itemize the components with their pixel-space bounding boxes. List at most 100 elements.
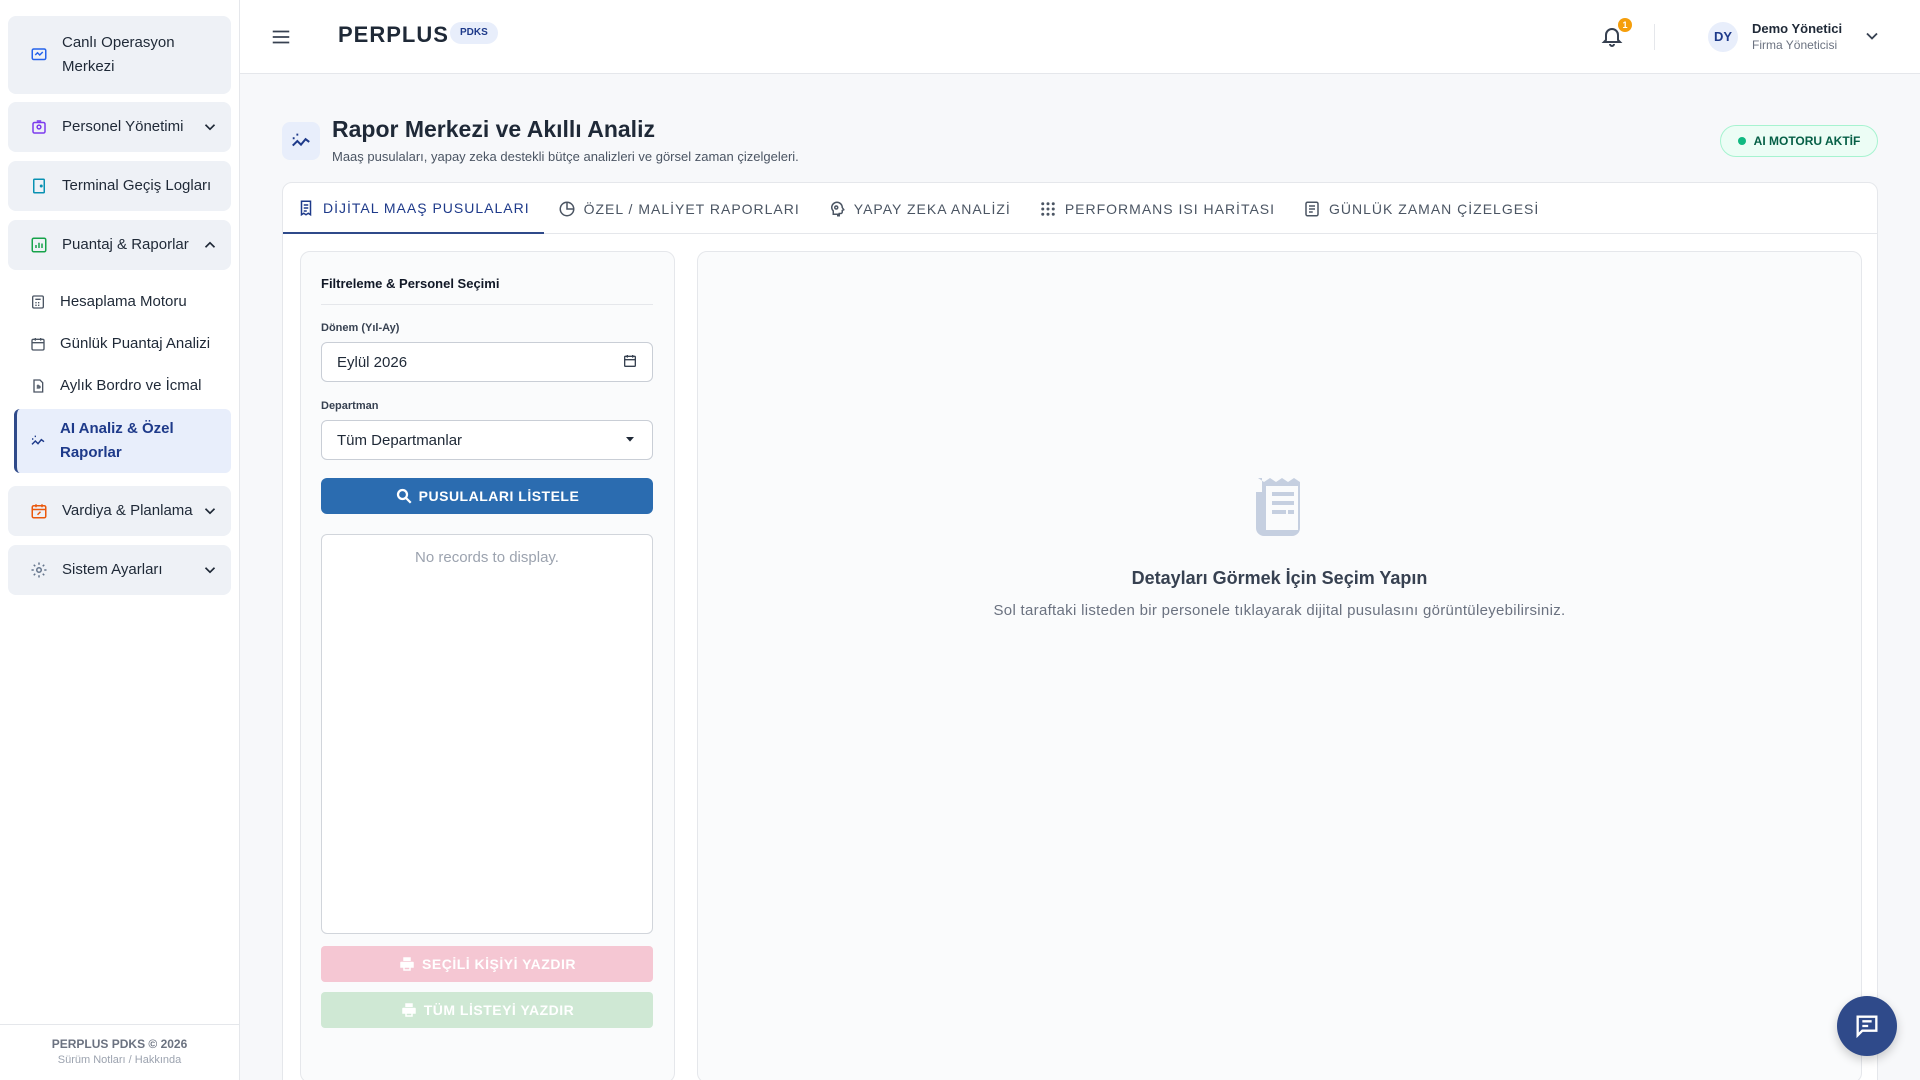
receipt-icon (300, 200, 312, 216)
ai-status-label: AI MOTORU AKTİF (1753, 134, 1861, 148)
nav-live-operations-label: Canlı Operasyon Merkezi (62, 34, 175, 75)
filter-divider (321, 304, 653, 305)
sidebar-footer: PERPLUS PDKS © 2026 Sürüm Notları / Hakk… (0, 1024, 239, 1080)
report-card: DİJİTAL MAAŞ PUSULALARI ÖZEL / MALİYET R… (282, 182, 1878, 1080)
top-bar: PERPLUS PDKS 1 DY Demo Yönetici Firma Yö… (240, 0, 1920, 74)
tab-digital-payslips-label: DİJİTAL MAAŞ PUSULALARI (323, 199, 530, 216)
header-divider (1654, 24, 1655, 50)
tab-cost-reports[interactable]: ÖZEL / MALİYET RAPORLARI (544, 183, 814, 234)
footer-links[interactable]: Sürüm Notları / Hakkında (0, 1054, 239, 1066)
pie-chart-icon (559, 201, 575, 216)
print-all-label: TÜM LİSTEYİ YAZDIR (423, 1002, 575, 1018)
tab-ai-analysis[interactable]: YAPAY ZEKA ANALİZİ (814, 183, 1025, 234)
chevron-down-icon (204, 508, 216, 515)
nav-shift-planning-label: Vardiya & Planlama (62, 502, 193, 519)
printer-icon (401, 1003, 416, 1017)
sub-item-daily-timesheet[interactable]: Günlük Puantaj Analizi (20, 324, 231, 364)
status-dot (1737, 137, 1746, 145)
print-selected-button[interactable]: SEÇİLİ KİŞİYİ YAZDIR (321, 946, 653, 982)
search-icon (396, 488, 412, 504)
department-label: Departman (321, 400, 379, 412)
badge-icon (32, 120, 46, 134)
door-icon (33, 178, 45, 194)
trending-icon (31, 435, 45, 445)
nav-live-operations[interactable]: Canlı Operasyon Merkezi (8, 16, 231, 94)
chevron-down-icon (204, 124, 216, 131)
empty-state-title: Detayları Görmek İçin Seçim Yapın (1131, 568, 1428, 588)
monitor-icon (31, 48, 47, 61)
chat-icon (1856, 1015, 1878, 1039)
sub-item-daily-timesheet-label: Günlük Puantaj Analizi (60, 335, 211, 352)
records-list[interactable]: No records to display. (321, 534, 653, 934)
period-value: Eylül 2026 (337, 353, 408, 371)
grid-icon (1041, 201, 1055, 216)
page-icon (282, 122, 320, 160)
nav-personnel-label: Personel Yönetimi (62, 118, 184, 135)
analytics-icon (292, 133, 310, 147)
tab-ai-analysis-label: YAPAY ZEKA ANALİZİ (853, 200, 1011, 217)
caret-down-icon (626, 437, 634, 442)
sub-item-ai-reports-label: AI Analiz & Özel Raporlar (60, 420, 174, 461)
brain-icon (830, 200, 845, 216)
tab-daily-timeline-label: GÜNLÜK ZAMAN ÇİZELGESİ (1329, 200, 1540, 217)
sub-item-calculation-engine-label: Hesaplama Motoru (60, 293, 187, 310)
tab-digital-payslips[interactable]: DİJİTAL MAAŞ PUSULALARI (283, 183, 544, 234)
records-empty-message: No records to display. (415, 549, 559, 566)
ai-status-badge: AI MOTORU AKTİF (1720, 125, 1878, 157)
page-title: Rapor Merkezi ve Akıllı Analiz (332, 116, 655, 142)
nav-terminal-logs-label: Terminal Geçiş Logları (62, 177, 212, 194)
calculator-icon (32, 295, 44, 309)
nav-timesheet-reports[interactable]: Puantaj & Raporlar (8, 220, 231, 270)
avatar[interactable]: DY (1708, 22, 1738, 52)
department-select[interactable]: Tüm Departmanlar (321, 420, 653, 460)
user-menu-chevron-icon[interactable] (1862, 26, 1882, 46)
chart-icon (31, 237, 47, 253)
menu-icon[interactable] (270, 26, 292, 48)
calendar-edit-icon (31, 504, 47, 519)
user-role: Firma Yöneticisi (1752, 38, 1838, 52)
document-icon (1305, 201, 1319, 216)
nav-personnel[interactable]: Personel Yönetimi (8, 102, 231, 152)
list-payslips-button[interactable]: PUSULALARI LİSTELE (321, 478, 653, 514)
filter-panel: Filtreleme & Personel Seçimi Dönem (Yıl-… (300, 251, 675, 1080)
printer-icon (400, 957, 414, 971)
user-name: Demo Yönetici (1752, 21, 1843, 36)
notification-count-badge: 1 (1618, 18, 1632, 32)
calendar-icon (31, 338, 45, 351)
nav-system-settings[interactable]: Sistem Ayarları (8, 545, 231, 595)
payslip-details-panel: Detayları Görmek İçin Seçim Yapın Sol ta… (697, 251, 1862, 1080)
nav-shift-planning[interactable]: Vardiya & Planlama (8, 486, 231, 536)
empty-state-subtitle: Sol taraftaki listeden bir personele tık… (993, 602, 1566, 619)
page-subtitle: Maaş pusulaları, yapay zeka destekli büt… (332, 149, 799, 164)
brand-badge: PDKS (450, 22, 498, 44)
chevron-down-icon (204, 567, 216, 574)
gear-icon (31, 562, 47, 578)
calendar-icon[interactable] (622, 353, 638, 369)
invoice-icon (33, 379, 44, 393)
footer-copyright: PERPLUS PDKS © 2026 (51, 1037, 188, 1051)
print-all-button[interactable]: TÜM LİSTEYİ YAZDIR (321, 992, 653, 1028)
tab-performance-heatmap[interactable]: PERFORMANS ISI HARİTASI (1025, 183, 1289, 234)
department-value: Tüm Departmanlar (337, 431, 463, 449)
sub-item-calculation-engine[interactable]: Hesaplama Motoru (20, 282, 231, 322)
chevron-up-icon (204, 241, 216, 248)
tab-daily-timeline[interactable]: GÜNLÜK ZAMAN ÇİZELGESİ (1289, 183, 1553, 234)
tab-cost-reports-label: ÖZEL / MALİYET RAPORLARI (583, 200, 800, 217)
brand-logo[interactable]: PERPLUS (338, 22, 449, 48)
nav-timesheet-reports-label: Puantaj & Raporlar (62, 236, 189, 253)
list-payslips-label: PUSULALARI LİSTELE (418, 488, 580, 504)
nav-system-settings-label: Sistem Ayarları (62, 561, 163, 578)
sub-item-monthly-payroll-label: Aylık Bordro ve İcmal (60, 377, 202, 394)
sub-item-monthly-payroll[interactable]: Aylık Bordro ve İcmal (20, 366, 231, 406)
sub-item-ai-reports[interactable]: AI Analiz & Özel Raporlar (14, 409, 231, 473)
period-label: Dönem (Yıl-Ay) (321, 322, 400, 334)
nav-terminal-logs[interactable]: Terminal Geçiş Logları (8, 161, 231, 211)
chat-button[interactable] (1837, 996, 1897, 1056)
receipt-icon (1256, 478, 1300, 536)
print-selected-label: SEÇİLİ KİŞİYİ YAZDIR (422, 956, 576, 972)
filter-title: Filtreleme & Personel Seçimi (321, 276, 500, 291)
report-tabs: DİJİTAL MAAŞ PUSULALARI ÖZEL / MALİYET R… (283, 183, 1877, 234)
tab-performance-heatmap-label: PERFORMANS ISI HARİTASI (1064, 200, 1276, 217)
sidebar: Canlı Operasyon Merkezi Personel Yönetim… (0, 0, 240, 1080)
period-input[interactable]: Eylül 2026 (321, 342, 653, 382)
